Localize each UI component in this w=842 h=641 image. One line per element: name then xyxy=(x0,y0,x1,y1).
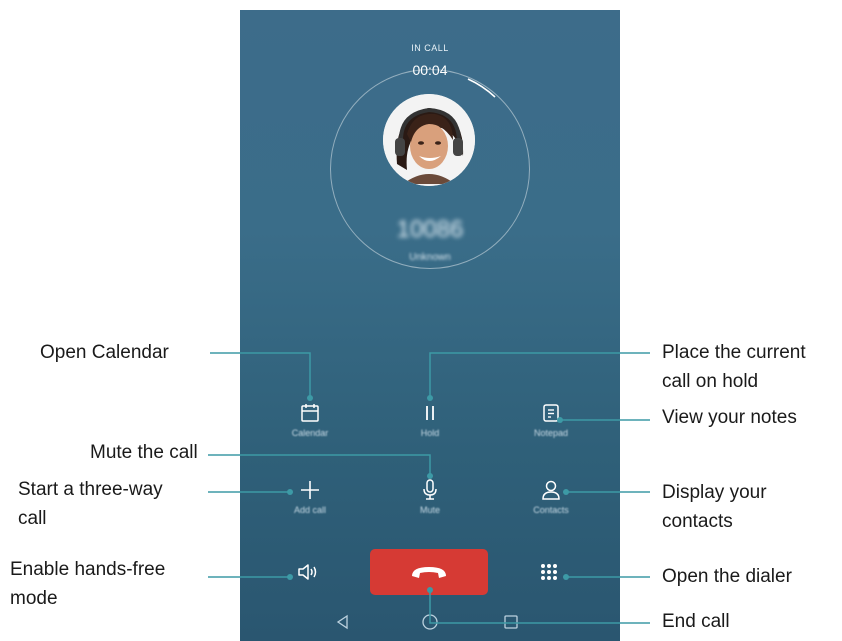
contacts-label: Contacts xyxy=(533,505,569,515)
end-call-button[interactable] xyxy=(370,549,488,595)
recents-icon[interactable] xyxy=(503,614,519,630)
call-status: IN CALL xyxy=(411,43,449,53)
caller-avatar xyxy=(383,94,475,186)
notepad-button[interactable]: Notepad xyxy=(506,401,596,438)
hold-button[interactable]: Hold xyxy=(385,401,475,438)
calendar-button[interactable]: Calendar xyxy=(265,401,355,438)
annotation-handsfree-line1: Enable hands-free xyxy=(10,559,166,580)
calendar-icon xyxy=(301,404,319,422)
caller-location: Unknown xyxy=(409,252,451,263)
home-icon[interactable] xyxy=(421,613,439,631)
notepad-icon xyxy=(543,404,559,422)
avatar-photo xyxy=(383,94,475,186)
annotation-three-way-line1: Start a three-way xyxy=(18,479,163,500)
annotation-hold-line1: Place the current xyxy=(662,342,806,363)
contacts-button[interactable]: Contacts xyxy=(506,478,596,515)
annotation-mute: Mute the call xyxy=(90,442,198,463)
annotation-three-way-line2: call xyxy=(18,508,47,529)
back-icon[interactable] xyxy=(335,614,351,630)
add-call-label: Add call xyxy=(293,505,327,515)
annotation-hold-line2: call on hold xyxy=(662,371,759,392)
dialpad-icon[interactable] xyxy=(536,559,562,585)
notepad-label: Notepad xyxy=(533,428,569,438)
mute-label: Mute xyxy=(419,505,440,515)
annotation-view-notes: View your notes xyxy=(662,407,797,428)
microphone-icon xyxy=(423,479,437,500)
call-screen: IN CALL 00:04 10086 Unknown Calendar Hol… xyxy=(240,10,620,641)
hold-icon xyxy=(426,406,434,420)
calendar-label: Calendar xyxy=(291,428,329,438)
annotation-handsfree-line2: mode xyxy=(10,588,58,609)
hold-label: Hold xyxy=(420,428,440,438)
contact-icon xyxy=(542,480,560,500)
annotation-contacts-line2: contacts xyxy=(662,511,733,532)
annotation-open-calendar: Open Calendar xyxy=(40,342,169,363)
add-icon xyxy=(301,481,319,499)
annotation-dialer: Open the dialer xyxy=(662,566,792,587)
annotation-end-call: End call xyxy=(662,611,730,632)
speaker-icon[interactable] xyxy=(295,559,321,585)
phone-hangup-icon xyxy=(412,567,446,578)
add-call-button[interactable]: Add call xyxy=(265,478,355,515)
annotation-contacts-line1: Display your xyxy=(662,482,767,503)
mute-button[interactable]: Mute xyxy=(385,478,475,515)
caller-number: 10086 xyxy=(396,216,464,243)
